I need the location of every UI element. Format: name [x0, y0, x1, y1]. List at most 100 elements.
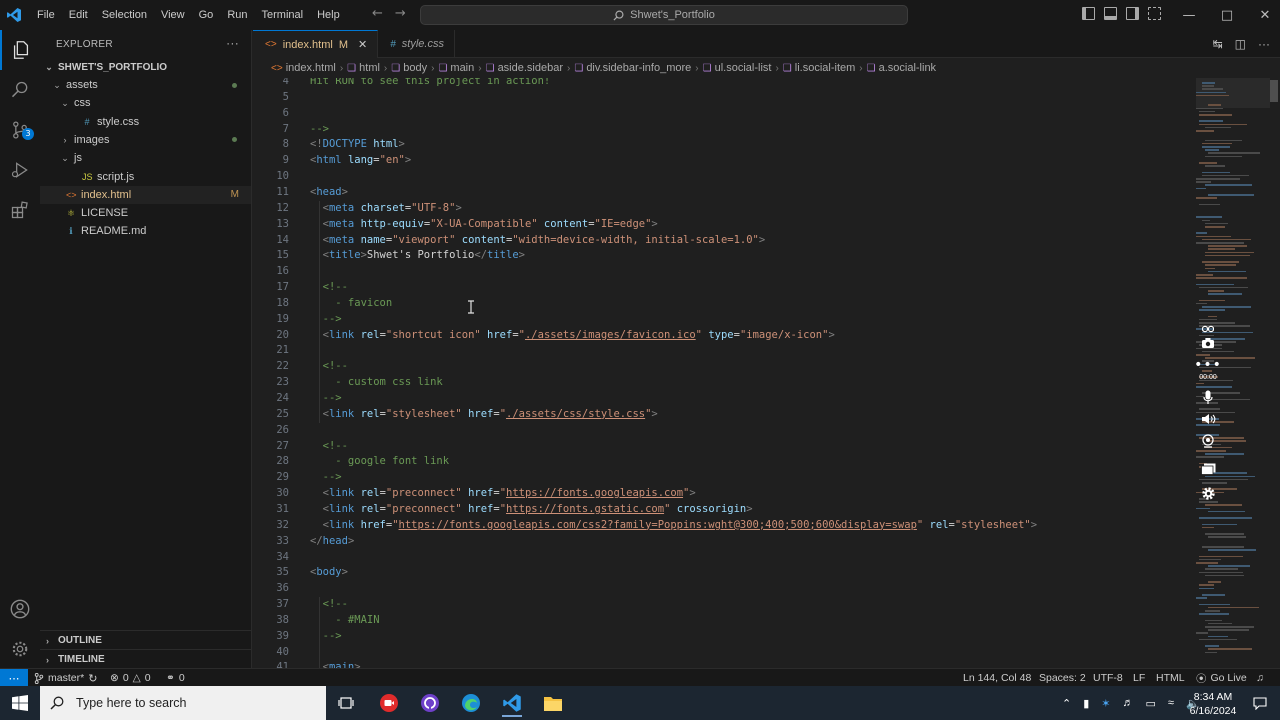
code-line[interactable]: 6	[253, 106, 1188, 122]
end-of-line[interactable]: LF	[1133, 669, 1145, 687]
notifications-bell-icon[interactable]: ♫	[1256, 669, 1264, 687]
breadcrumb-item[interactable]: ❏ html	[347, 62, 380, 74]
customize-layout-icon[interactable]	[1148, 7, 1161, 20]
workspace-root[interactable]: ⌄ SHWET'S_PORTFOLIO	[40, 58, 251, 76]
code-line[interactable]: 22 <!--	[253, 359, 1188, 375]
menu-terminal[interactable]: Terminal	[255, 9, 311, 21]
close-window-icon[interactable]: ✕	[1246, 0, 1280, 30]
code-line[interactable]: 35 <body>	[253, 565, 1188, 581]
accounts-icon[interactable]	[0, 589, 40, 629]
breadcrumb-item[interactable]: ❏ a.social-link	[867, 62, 936, 74]
usb-drive-icon[interactable]: ▮	[1083, 697, 1089, 710]
code-line[interactable]: 37 <!--	[253, 597, 1188, 613]
code-line[interactable]: 4 Hit RUN to see this project in action!	[253, 78, 1188, 90]
code-line[interactable]: 9 <html lang="en">	[253, 153, 1188, 169]
extensions-icon[interactable]	[0, 190, 40, 230]
ports-indicator[interactable]: ⚭ 0	[166, 669, 185, 687]
breadcrumb-item[interactable]: ❏ main	[438, 62, 474, 74]
screen-capture-icon[interactable]	[1196, 460, 1220, 478]
problems-indicator[interactable]: ⊗ 0 △ 0	[110, 669, 151, 687]
code-line[interactable]: 25 <link rel="stylesheet" href="./assets…	[253, 407, 1188, 423]
code-line[interactable]: 5	[253, 90, 1188, 106]
code-line[interactable]: 7 -->	[253, 122, 1188, 138]
github-desktop-icon[interactable]	[412, 689, 448, 717]
code-line[interactable]: 33 </head>	[253, 534, 1188, 550]
file-explorer-icon[interactable]	[535, 689, 571, 717]
minimize-icon[interactable]: —	[1170, 0, 1208, 30]
breadcrumb-item[interactable]: ❏ ul.social-list	[703, 62, 772, 74]
folder-item[interactable]: ⌄ js	[40, 149, 251, 167]
code-line[interactable]: 16	[253, 264, 1188, 280]
code-line[interactable]: 32 <link href="https://fonts.googleapis.…	[253, 518, 1188, 534]
toggle-primary-sidebar-icon[interactable]	[1082, 7, 1095, 20]
folder-item[interactable]: ⌄ css	[40, 94, 251, 112]
settings-gear-icon[interactable]	[1196, 484, 1220, 502]
breadcrumb-item[interactable]: ❏ body	[391, 62, 427, 74]
code-line[interactable]: 30 <link rel="preconnect" href="https://…	[253, 486, 1188, 502]
speaker-icon[interactable]	[1196, 410, 1220, 428]
code-line[interactable]: 28 - google font link	[253, 454, 1188, 470]
menu-file[interactable]: File	[30, 9, 62, 21]
cursor-position[interactable]: Ln 144, Col 48	[963, 669, 1031, 687]
code-line[interactable]: 17 <!--	[253, 280, 1188, 296]
scrollbar-thumb[interactable]	[1270, 80, 1278, 102]
more-actions-icon[interactable]: ···	[226, 36, 239, 50]
tab-index-html[interactable]: <> index.html M ✕	[253, 30, 379, 58]
battery-icon[interactable]: ▭	[1146, 697, 1156, 710]
menu-selection[interactable]: Selection	[95, 9, 154, 21]
code-editor[interactable]: 4 Hit RUN to see this project in action! 5…	[253, 78, 1188, 668]
menu-go[interactable]: Go	[192, 9, 221, 21]
code-line[interactable]: 24 -->	[253, 391, 1188, 407]
screen-recorder-app-icon[interactable]	[371, 689, 407, 717]
split-editor-icon[interactable]: ◫	[1235, 37, 1246, 51]
folder-item[interactable]: ⌄ assets	[40, 76, 251, 94]
remote-indicator-icon[interactable]: ⋯	[0, 669, 28, 687]
tab-style-css[interactable]: # style.css	[378, 30, 455, 58]
vscode-taskbar-icon[interactable]	[494, 689, 530, 717]
volume-icon-tray[interactable]: ♬	[1123, 697, 1134, 709]
code-line[interactable]: 34	[253, 550, 1188, 566]
vscode-logo-icon[interactable]	[0, 0, 28, 30]
file-item[interactable]: JS script.js	[40, 168, 251, 186]
code-line[interactable]: 19 -->	[253, 312, 1188, 328]
toggle-secondary-sidebar-icon[interactable]	[1126, 7, 1139, 20]
close-tab-icon[interactable]: ✕	[358, 38, 367, 51]
microphone-icon[interactable]	[1196, 388, 1220, 406]
timeline-section[interactable]: › TIMELINE	[40, 649, 251, 669]
code-line[interactable]: 18 - favicon	[253, 296, 1188, 312]
menu-view[interactable]: View	[154, 9, 192, 21]
menu-help[interactable]: Help	[310, 9, 347, 21]
more-options-icon[interactable]: •••	[1194, 356, 1221, 374]
code-line[interactable]: 27 <!--	[253, 439, 1188, 455]
file-item[interactable]: # style.css	[40, 113, 251, 131]
run-debug-icon[interactable]	[0, 150, 40, 190]
code-line[interactable]: 12 <meta charset="UTF-8">	[253, 201, 1188, 217]
explorer-icon[interactable]	[0, 30, 40, 70]
encoding[interactable]: UTF-8	[1093, 669, 1123, 687]
code-line[interactable]: 38 - #MAIN	[253, 613, 1188, 629]
code-line[interactable]: 13 <meta http-equiv="X-UA-Compatible" co…	[253, 217, 1188, 233]
manage-gear-icon[interactable]	[0, 629, 40, 669]
file-item[interactable]: ⚛ LICENSE	[40, 204, 251, 222]
code-line[interactable]: 41 <main>	[253, 660, 1188, 668]
search-icon[interactable]	[0, 70, 40, 110]
code-line[interactable]: 11 <head>	[253, 185, 1188, 201]
breadcrumb-item[interactable]: <> index.html	[271, 62, 336, 74]
folder-item[interactable]: › images	[40, 131, 251, 149]
menu-run[interactable]: Run	[220, 9, 254, 21]
go-live-button[interactable]: ⦿ Go Live	[1196, 669, 1247, 687]
breadcrumb-item[interactable]: ❏ div.sidebar-info_more	[574, 62, 691, 74]
taskbar-search-box[interactable]: Type here to search	[40, 686, 326, 720]
more-actions-icon[interactable]: ···	[1258, 37, 1270, 51]
code-line[interactable]: 26	[253, 423, 1188, 439]
notification-center-icon[interactable]	[1242, 689, 1278, 717]
windows-start-icon[interactable]	[0, 686, 40, 720]
file-item[interactable]: <> index.html M	[40, 185, 251, 204]
maximize-icon[interactable]: □	[1208, 0, 1246, 30]
sync-icon[interactable]: ↻	[88, 672, 97, 685]
forward-arrow-icon[interactable]: →	[395, 6, 406, 21]
breadcrumb-item[interactable]: ❏ li.social-item	[783, 62, 855, 74]
compare-changes-icon[interactable]: ↹	[1213, 37, 1223, 51]
code-line[interactable]: 29 -->	[253, 470, 1188, 486]
bluetooth-icon[interactable]: ✶	[1101, 697, 1110, 710]
